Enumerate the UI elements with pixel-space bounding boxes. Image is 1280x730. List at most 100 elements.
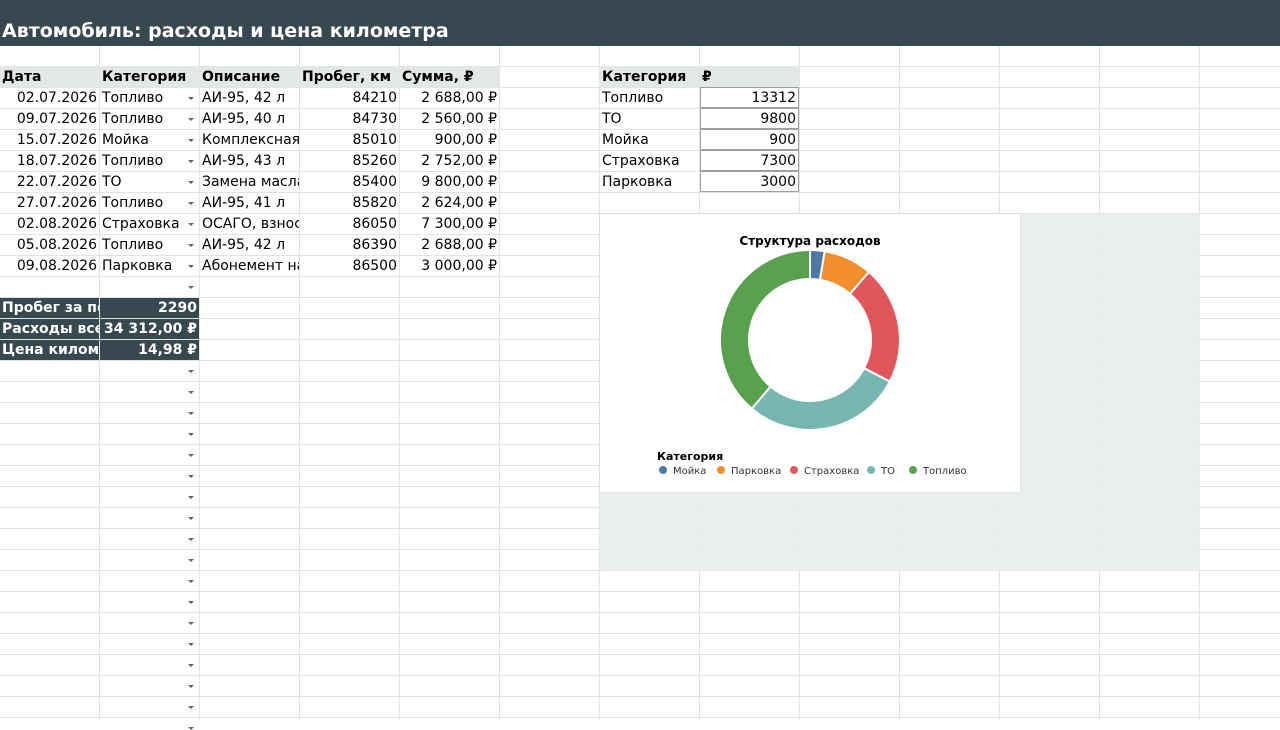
description-cell[interactable]: Абонемент на <box>200 256 299 276</box>
chevron-down-icon[interactable] <box>188 475 194 478</box>
category-cell[interactable]: Мойка <box>100 130 199 150</box>
chevron-down-icon[interactable] <box>188 706 194 709</box>
pivot-value-cell[interactable]: 13312 <box>700 87 799 108</box>
pivot-category-cell[interactable]: Топливо <box>600 88 699 108</box>
mileage-cell[interactable]: 84210 <box>300 88 399 108</box>
category-cell[interactable]: Топливо <box>100 88 199 108</box>
chevron-down-icon[interactable] <box>188 370 194 373</box>
summary-value[interactable]: 34 312,00 ₽ <box>100 319 199 339</box>
date-cell[interactable]: 22.07.2026 <box>0 172 99 192</box>
pivot-category-cell[interactable]: Страховка <box>600 151 699 171</box>
chevron-down-icon[interactable] <box>188 496 194 499</box>
summary-label[interactable]: Пробег за пе <box>0 298 99 318</box>
donut-chart[interactable]: Структура расходов Категория Мойка Парковка… <box>600 214 1020 492</box>
amount-cell[interactable]: 2 624,00 ₽ <box>400 193 499 213</box>
chevron-down-icon[interactable] <box>188 244 194 247</box>
grid-row-line <box>0 654 1280 655</box>
pivot-header-cell[interactable]: Категория <box>600 67 699 87</box>
description-cell[interactable]: АИ-95, 40 л <box>200 109 299 129</box>
mileage-cell[interactable]: 84730 <box>300 109 399 129</box>
chevron-down-icon[interactable] <box>188 97 194 100</box>
category-cell[interactable]: ТО <box>100 172 199 192</box>
category-cell[interactable]: Топливо <box>100 235 199 255</box>
pivot-value-cell[interactable]: 9800 <box>700 108 799 129</box>
amount-cell[interactable]: 3 000,00 ₽ <box>400 256 499 276</box>
date-cell[interactable]: 09.08.2026 <box>0 256 99 276</box>
chevron-down-icon[interactable] <box>188 391 194 394</box>
chevron-down-icon[interactable] <box>188 580 194 583</box>
donut-slice-5[interactable] <box>719 248 811 411</box>
pivot-value-cell[interactable]: 3000 <box>700 171 799 192</box>
pivot-value-cell[interactable]: 7300 <box>700 150 799 171</box>
category-cell[interactable]: Топливо <box>100 151 199 171</box>
category-cell[interactable]: Страховка <box>100 214 199 234</box>
pivot-category-cell[interactable]: Мойка <box>600 130 699 150</box>
expenses-header-cell[interactable]: Сумма, ₽ <box>400 67 499 87</box>
summary-label[interactable]: Цена киломе <box>0 340 99 360</box>
chevron-down-icon[interactable] <box>188 118 194 121</box>
pivot-category-cell[interactable]: ТО <box>600 109 699 129</box>
summary-value[interactable]: 14,98 ₽ <box>100 340 199 360</box>
date-cell[interactable]: 05.08.2026 <box>0 235 99 255</box>
chevron-down-icon[interactable] <box>188 223 194 226</box>
chevron-down-icon[interactable] <box>188 433 194 436</box>
amount-cell[interactable]: 9 800,00 ₽ <box>400 172 499 192</box>
mileage-cell[interactable]: 86500 <box>300 256 399 276</box>
chevron-down-icon[interactable] <box>188 643 194 646</box>
chevron-down-icon[interactable] <box>188 286 194 289</box>
description-cell[interactable]: АИ-95, 42 л <box>200 88 299 108</box>
chevron-down-icon[interactable] <box>188 181 194 184</box>
amount-cell[interactable]: 2 752,00 ₽ <box>400 151 499 171</box>
chevron-down-icon[interactable] <box>188 664 194 667</box>
chevron-down-icon[interactable] <box>188 685 194 688</box>
amount-cell[interactable]: 2 560,00 ₽ <box>400 109 499 129</box>
description-cell[interactable]: Замена масла <box>200 172 299 192</box>
expenses-header-cell[interactable]: Категория <box>100 67 199 87</box>
mileage-cell[interactable]: 85260 <box>300 151 399 171</box>
expenses-header-cell[interactable]: Описание <box>200 67 299 87</box>
description-cell[interactable]: АИ-95, 43 л <box>200 151 299 171</box>
date-cell[interactable]: 15.07.2026 <box>0 130 99 150</box>
summary-label[interactable]: Расходы всег <box>0 319 99 339</box>
date-cell[interactable]: 18.07.2026 <box>0 151 99 171</box>
date-cell[interactable]: 27.07.2026 <box>0 193 99 213</box>
date-cell[interactable]: 02.08.2026 <box>0 214 99 234</box>
pivot-value-cell[interactable]: 900 <box>700 129 799 150</box>
donut-slice-3[interactable] <box>848 270 901 383</box>
description-cell[interactable]: АИ-95, 41 л <box>200 193 299 213</box>
mileage-cell[interactable]: 86390 <box>300 235 399 255</box>
chevron-down-icon[interactable] <box>188 601 194 604</box>
mileage-cell[interactable]: 85010 <box>300 130 399 150</box>
mileage-cell[interactable]: 86050 <box>300 214 399 234</box>
expenses-header-cell[interactable]: Пробег, км <box>300 67 399 87</box>
amount-cell[interactable]: 900,00 ₽ <box>400 130 499 150</box>
amount-cell[interactable]: 7 300,00 ₽ <box>400 214 499 234</box>
chevron-down-icon[interactable] <box>188 622 194 625</box>
category-cell[interactable]: Топливо <box>100 193 199 213</box>
mileage-cell[interactable]: 85400 <box>300 172 399 192</box>
chevron-down-icon[interactable] <box>188 412 194 415</box>
chevron-down-icon[interactable] <box>188 454 194 457</box>
category-cell[interactable]: Топливо <box>100 109 199 129</box>
chevron-down-icon[interactable] <box>188 139 194 142</box>
summary-value[interactable]: 2290 <box>100 298 199 318</box>
description-cell[interactable]: Комплексная <box>200 130 299 150</box>
amount-cell[interactable]: 2 688,00 ₽ <box>400 235 499 255</box>
donut-slice-4[interactable] <box>750 366 892 431</box>
description-cell[interactable]: ОСАГО, взнос <box>200 214 299 234</box>
pivot-category-cell[interactable]: Парковка <box>600 172 699 192</box>
pivot-header-cell[interactable]: ₽ <box>700 67 799 87</box>
expenses-header-cell[interactable]: Дата <box>0 67 99 87</box>
chevron-down-icon[interactable] <box>188 265 194 268</box>
category-cell[interactable]: Парковка <box>100 256 199 276</box>
date-cell[interactable]: 09.07.2026 <box>0 109 99 129</box>
mileage-cell[interactable]: 85820 <box>300 193 399 213</box>
description-cell[interactable]: АИ-95, 42 л <box>200 235 299 255</box>
chevron-down-icon[interactable] <box>188 202 194 205</box>
date-cell[interactable]: 02.07.2026 <box>0 88 99 108</box>
chevron-down-icon[interactable] <box>188 559 194 562</box>
chevron-down-icon[interactable] <box>188 517 194 520</box>
chevron-down-icon[interactable] <box>188 538 194 541</box>
amount-cell[interactable]: 2 688,00 ₽ <box>400 88 499 108</box>
chevron-down-icon[interactable] <box>188 160 194 163</box>
